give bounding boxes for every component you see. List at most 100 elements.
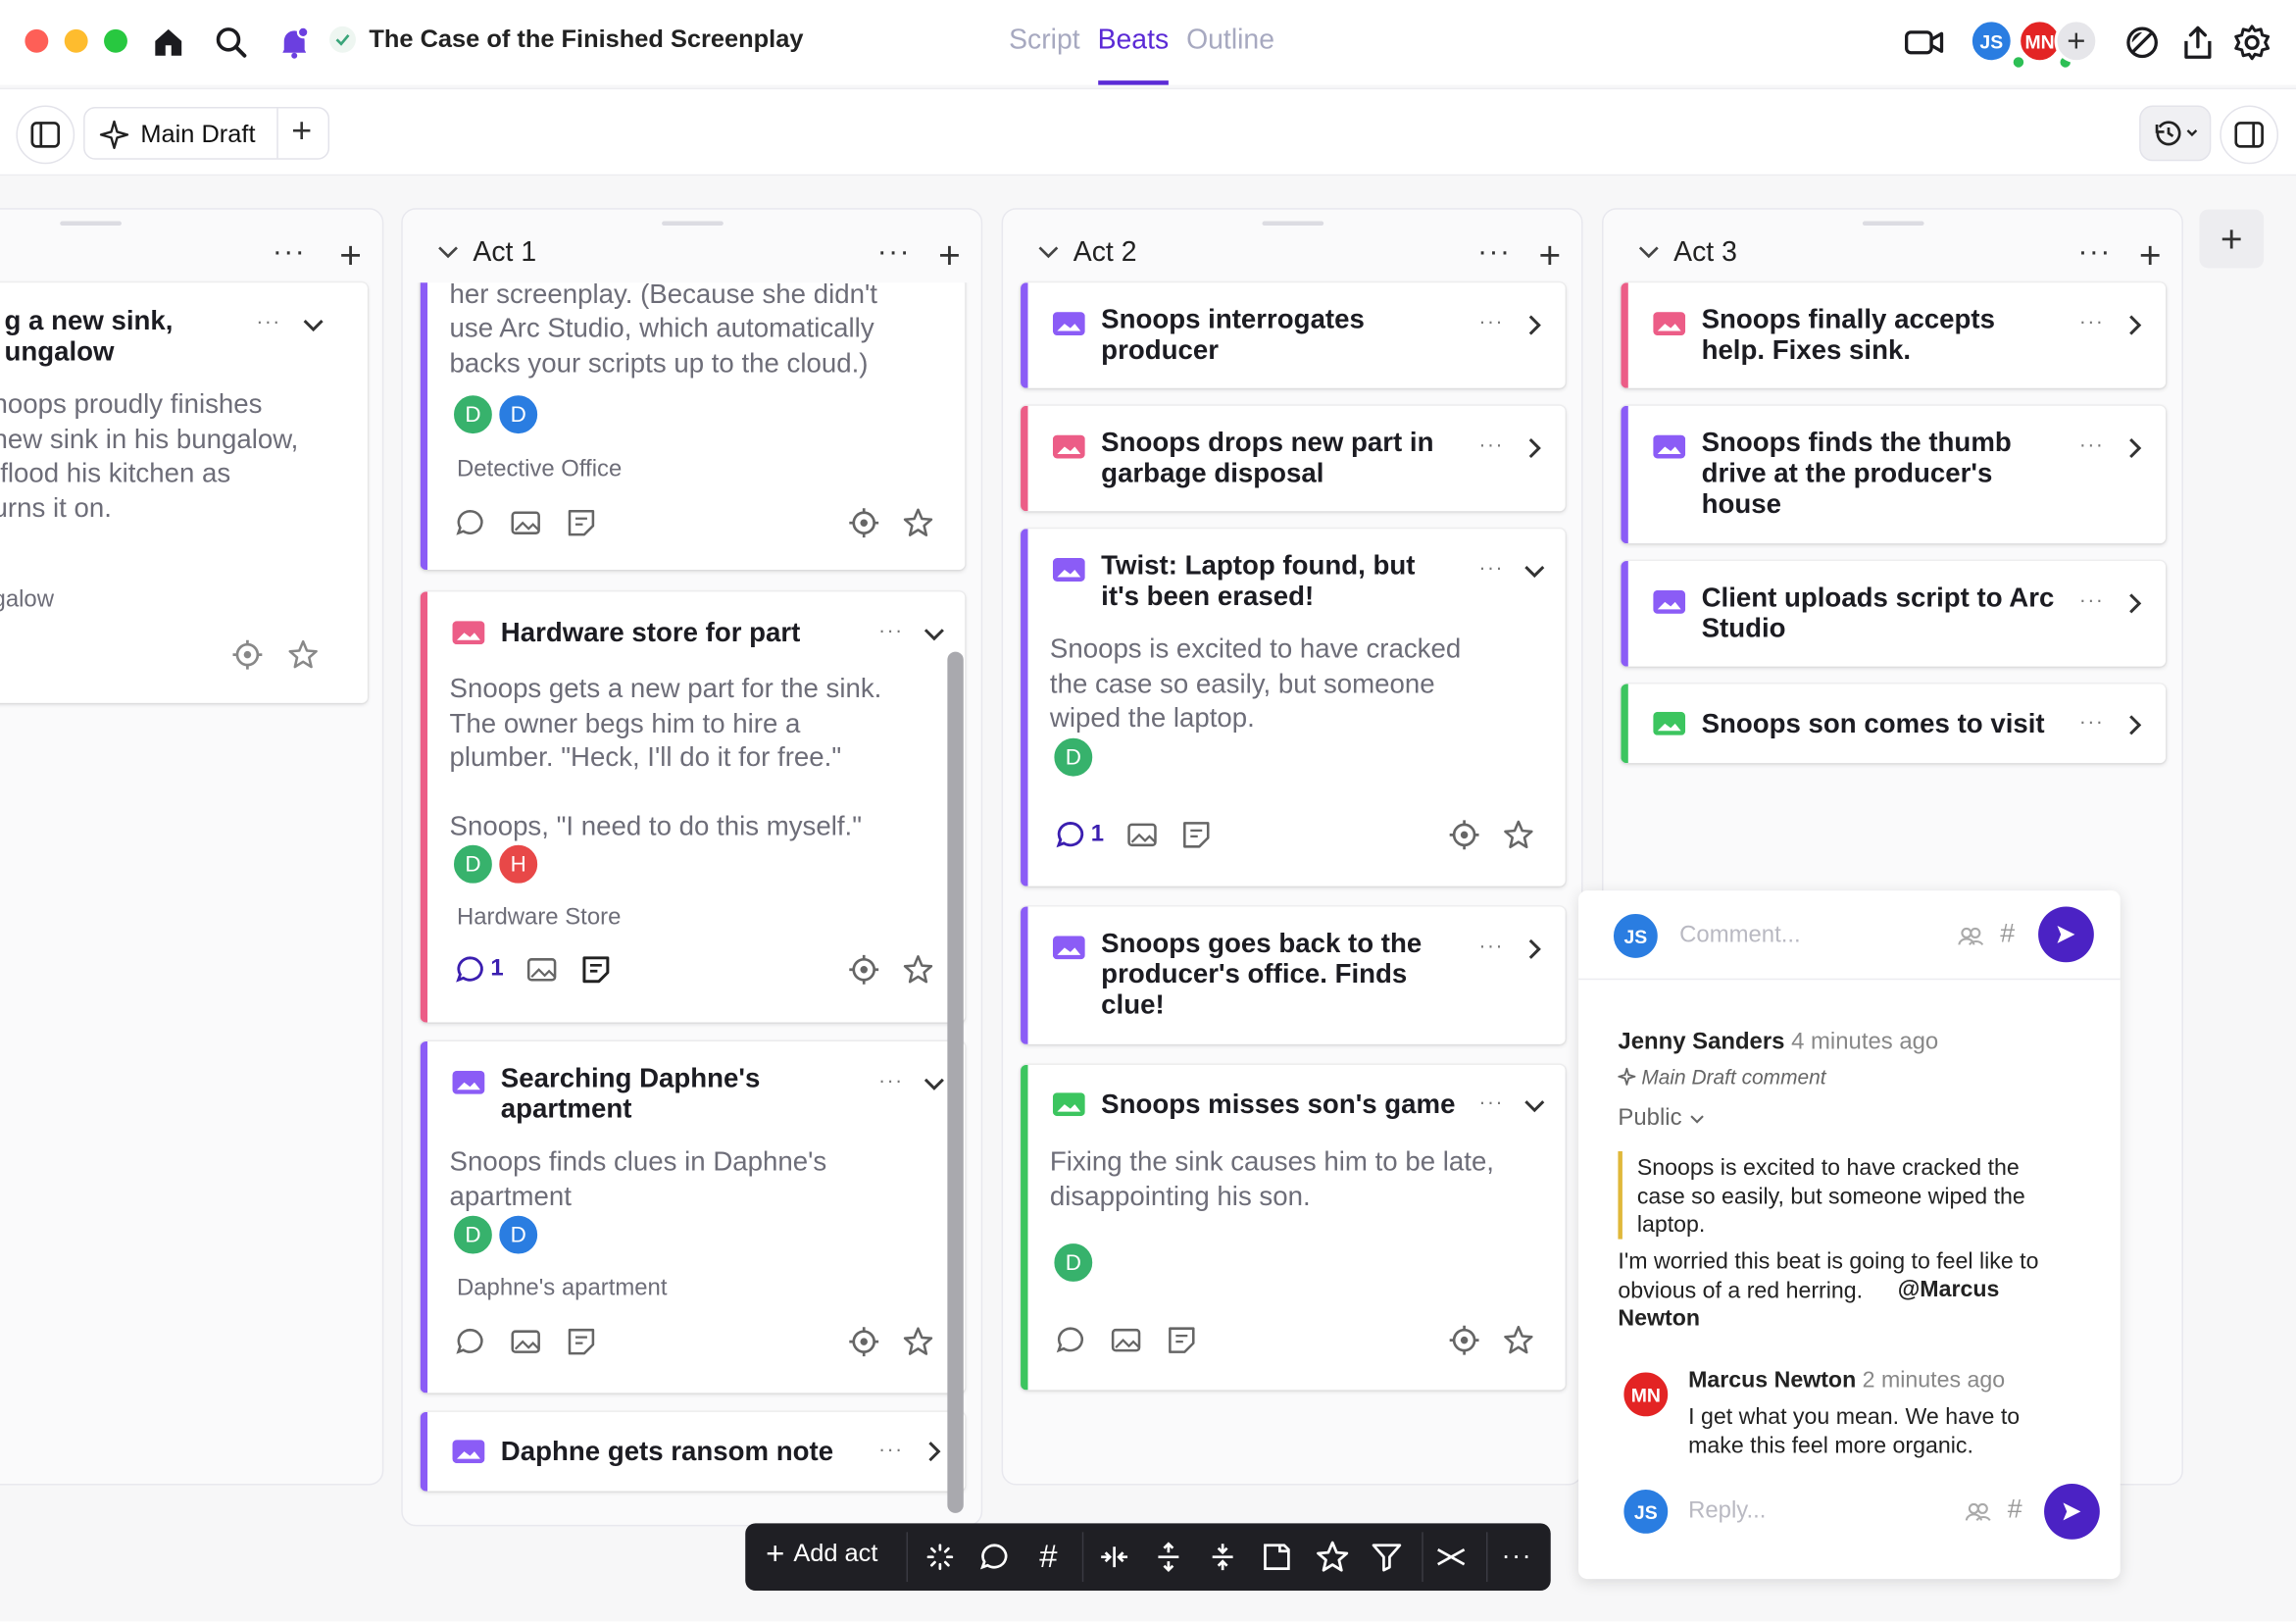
column-more-options-icon[interactable]: ···: [2077, 235, 2111, 269]
filter-icon[interactable]: [1370, 1540, 1405, 1575]
merge-split-icon[interactable]: [1433, 1540, 1469, 1575]
card-more-options-icon[interactable]: ···: [1479, 432, 1504, 456]
tab-beats[interactable]: Beats: [1098, 0, 1170, 85]
mention-people-icon[interactable]: [1958, 926, 1984, 946]
chevron-down-icon[interactable]: [1522, 1092, 1548, 1119]
card-more-options-icon[interactable]: ···: [256, 309, 280, 332]
beat-card[interactable]: Snoops finally acceptshelp. Fixes sink. …: [1621, 282, 2166, 388]
card-more-options-icon[interactable]: ···: [2079, 432, 2104, 456]
card-more-options-icon[interactable]: ···: [2079, 709, 2104, 733]
comment-icon[interactable]: [1054, 1324, 1086, 1356]
target-icon[interactable]: [848, 953, 880, 986]
toggle-left-sidebar-button[interactable]: [16, 106, 75, 165]
card-more-options-icon[interactable]: ···: [1479, 1090, 1504, 1113]
note-icon[interactable]: [1180, 819, 1213, 851]
target-icon[interactable]: [848, 507, 880, 539]
column-more-options-icon[interactable]: ···: [877, 235, 911, 269]
beat-card[interactable]: Snoops goes back to theproducer's office…: [1021, 907, 1566, 1044]
hashtag-icon[interactable]: #: [2000, 918, 2015, 948]
tab-script[interactable]: Script: [1009, 0, 1080, 85]
comment-icon[interactable]: [454, 953, 486, 986]
star-icon[interactable]: [1502, 1324, 1534, 1356]
minimize-window-button[interactable]: [65, 29, 88, 53]
comment-icon[interactable]: [1054, 819, 1086, 851]
zoom-window-button[interactable]: [104, 29, 127, 53]
chevron-right-icon[interactable]: [2121, 590, 2148, 617]
note-icon[interactable]: [1166, 1324, 1198, 1356]
character-avatar[interactable]: D: [451, 842, 495, 887]
card-more-options-icon[interactable]: ···: [1479, 555, 1504, 579]
share-export-icon[interactable]: [2177, 22, 2219, 63]
loading-spinner-icon[interactable]: [923, 1540, 958, 1575]
star-icon[interactable]: [902, 953, 934, 986]
beat-card[interactable]: g a new sink,ungalow ··· noops proudly f…: [0, 282, 368, 703]
chevron-down-icon[interactable]: [921, 621, 947, 647]
card-more-options-icon[interactable]: ···: [878, 618, 903, 641]
star-filter-icon[interactable]: [1315, 1540, 1350, 1575]
visibility-dropdown[interactable]: Public: [1618, 1106, 1705, 1133]
character-avatar[interactable]: D: [1051, 735, 1095, 780]
beat-card[interactable]: Searching Daphne'sapartment ··· Snoops f…: [421, 1041, 966, 1393]
comment-icon[interactable]: [454, 507, 486, 539]
close-window-button[interactable]: [25, 29, 48, 53]
chevron-down-icon[interactable]: [300, 312, 326, 338]
add-beat-button[interactable]: +: [339, 232, 362, 278]
send-reply-button[interactable]: [2044, 1484, 2100, 1540]
hashtag-icon[interactable]: #: [2008, 1494, 2022, 1524]
chevron-right-icon[interactable]: [1522, 312, 1548, 338]
collapse-chevron-icon[interactable]: [1635, 238, 1662, 265]
target-icon[interactable]: [1448, 1324, 1480, 1356]
send-comment-button[interactable]: [2038, 907, 2094, 963]
image-icon[interactable]: [525, 953, 558, 986]
add-column-button[interactable]: +: [2199, 210, 2264, 269]
expand-vertical-icon[interactable]: [1151, 1540, 1186, 1575]
column-drag-handle[interactable]: [1863, 222, 1924, 226]
card-more-options-icon[interactable]: ···: [2079, 587, 2104, 611]
beat-card[interactable]: Snoops finds the thumbdrive at the produ…: [1621, 406, 2166, 543]
home-icon[interactable]: [148, 22, 189, 63]
image-icon[interactable]: [510, 1326, 542, 1358]
chevron-right-icon[interactable]: [1522, 435, 1548, 462]
star-icon[interactable]: [287, 638, 320, 671]
note-icon[interactable]: [566, 507, 598, 539]
reply-input[interactable]: Reply...: [1688, 1498, 1766, 1525]
toggle-right-sidebar-button[interactable]: [2220, 106, 2278, 165]
chevron-right-icon[interactable]: [2121, 312, 2148, 338]
beat-card[interactable]: Snoops misses son's game ··· Fixing the …: [1021, 1065, 1566, 1391]
character-avatar[interactable]: H: [496, 842, 540, 887]
draft-selector[interactable]: Main Draft +: [83, 107, 329, 160]
add-act-button[interactable]: + Add act: [766, 1540, 877, 1569]
card-more-options-icon[interactable]: ···: [1479, 933, 1504, 956]
character-avatar[interactable]: D: [451, 1213, 495, 1257]
hashtag-icon[interactable]: #: [1030, 1540, 1066, 1575]
chevron-down-icon[interactable]: [1522, 558, 1548, 584]
character-avatar[interactable]: D: [451, 392, 495, 436]
focus-mode-icon[interactable]: [2121, 22, 2163, 63]
note-icon[interactable]: [579, 953, 612, 986]
column-drag-handle[interactable]: [662, 222, 724, 226]
tab-outline[interactable]: Outline: [1186, 0, 1274, 85]
target-icon[interactable]: [231, 638, 264, 671]
character-avatar[interactable]: D: [496, 392, 540, 436]
beat-card[interactable]: laptop containing the only copy of her s…: [421, 282, 966, 570]
chevron-right-icon[interactable]: [1522, 936, 1548, 962]
collapse-vertical-icon[interactable]: [1205, 1540, 1240, 1575]
collapse-chevron-icon[interactable]: [1035, 238, 1062, 265]
chevron-down-icon[interactable]: [921, 1071, 947, 1097]
column-drag-handle[interactable]: [60, 222, 122, 226]
note-icon[interactable]: [566, 1326, 598, 1358]
add-beat-button[interactable]: +: [1538, 232, 1561, 278]
vertical-scrollbar[interactable]: [947, 652, 963, 1513]
column-drag-handle[interactable]: [1262, 222, 1323, 226]
card-more-options-icon[interactable]: ···: [878, 1068, 903, 1091]
card-more-options-icon[interactable]: ···: [1479, 309, 1504, 332]
star-icon[interactable]: [902, 507, 934, 539]
column-more-options-icon[interactable]: ···: [273, 235, 306, 269]
comment-icon[interactable]: [976, 1540, 1012, 1575]
collaborator-avatar-js[interactable]: JS: [1970, 19, 2014, 63]
mention-people-icon[interactable]: [1965, 1501, 1991, 1522]
image-icon[interactable]: [1126, 819, 1159, 851]
star-icon[interactable]: [902, 1326, 934, 1358]
chevron-right-icon[interactable]: [921, 1439, 947, 1465]
collapse-chevron-icon[interactable]: [435, 238, 462, 265]
